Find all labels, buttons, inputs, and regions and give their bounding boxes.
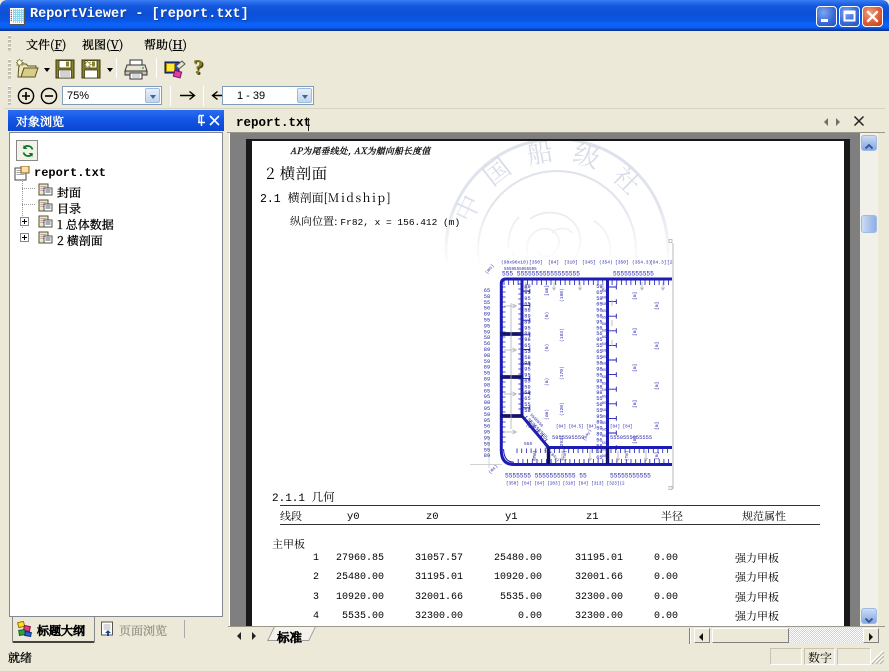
svg-text:[84.3]: [84.3]: [650, 260, 667, 266]
svg-text:(183): (183): [559, 328, 565, 342]
svg-text:65: 65: [602, 422, 607, 426]
svg-text:[m]: [m]: [632, 400, 638, 408]
svg-text:[350]: [350]: [615, 260, 629, 266]
svg-text:(m): (m): [544, 312, 550, 320]
svg-text:98: 98: [602, 455, 607, 459]
svg-text:59: 59: [602, 448, 607, 452]
svg-text:[2: [2: [667, 260, 673, 266]
svg-text:[310]: [310]: [564, 260, 578, 266]
svg-text:[345]: [345]: [582, 260, 596, 266]
svg-text:58: 58: [602, 363, 607, 367]
svg-text:[m]: [m]: [654, 422, 660, 430]
svg-text:5559555955555: 5559555955555: [610, 435, 652, 441]
svg-text:[m]: [m]: [654, 342, 660, 350]
svg-text:[m]: [m]: [632, 328, 638, 336]
svg-text:65: 65: [602, 369, 607, 373]
svg-text:58: 58: [602, 349, 607, 353]
svg-text:(m): (m): [544, 444, 550, 452]
svg-text:89: 89: [602, 336, 607, 340]
svg-text:89: 89: [484, 453, 490, 459]
svg-text:[m]: [m]: [654, 302, 660, 310]
svg-text:5555555 55555555555 55: 5555555 55555555555 55: [505, 473, 587, 480]
svg-text:(98x96x10): (98x96x10): [501, 260, 529, 266]
svg-text:58: 58: [602, 343, 607, 347]
svg-text:[84] [84.5] [84]: [84] [84.5] [84]: [556, 425, 596, 430]
svg-text:(ms): (ms): [484, 263, 496, 275]
svg-text:[84] [84]: [84] [84]: [610, 425, 633, 430]
svg-text:59: 59: [602, 409, 607, 413]
svg-text:[350] [84] [84] [203] [310] [8: [350] [84] [84] [203] [310] [84] [313] […: [506, 482, 625, 487]
svg-text:(180): (180): [559, 288, 565, 302]
svg-text:555: 555: [524, 441, 533, 447]
svg-text:65: 65: [602, 310, 607, 314]
svg-text:[84]: [84]: [548, 260, 559, 266]
svg-text:58: 58: [524, 408, 530, 414]
svg-text:55: 55: [602, 316, 607, 320]
svg-text:98: 98: [602, 323, 607, 327]
svg-text:(120): (120): [559, 402, 565, 416]
svg-text:[m]: [m]: [632, 364, 638, 372]
svg-text:(Tm): (Tm): [625, 450, 630, 461]
svg-text:(354.3): (354.3): [632, 260, 651, 266]
svg-text:5955595559: 5955595559: [552, 435, 584, 441]
svg-text:95: 95: [602, 356, 607, 360]
svg-text:59: 59: [602, 297, 607, 301]
svg-text:[m]: [m]: [654, 382, 660, 390]
svg-text:5559555955595: 5559555955595: [504, 268, 537, 272]
svg-text:级: 级: [569, 141, 605, 176]
svg-text:(Tm): (Tm): [533, 450, 538, 461]
svg-text:55555555555: 55555555555: [610, 473, 651, 480]
svg-text:58: 58: [602, 389, 607, 393]
svg-text:[m]: [m]: [632, 292, 638, 300]
svg-text:59: 59: [602, 330, 607, 334]
svg-text:95: 95: [602, 402, 607, 406]
svg-text:56: 56: [602, 290, 607, 294]
svg-text:(Tm): (Tm): [563, 450, 568, 461]
svg-text:(m): (m): [544, 378, 550, 386]
svg-text:[m]: [m]: [654, 452, 660, 460]
svg-text:(354): (354): [599, 260, 613, 266]
svg-text:58: 58: [602, 303, 607, 307]
svg-text:[om]: [om]: [544, 285, 550, 296]
svg-text:社: 社: [605, 157, 650, 202]
svg-text:(om): (om): [544, 409, 550, 420]
svg-text:55: 55: [602, 442, 607, 446]
svg-text:(m): (m): [544, 344, 550, 352]
svg-text:[350]: [350]: [529, 260, 543, 266]
svg-text:(170): (170): [559, 366, 565, 380]
svg-text:95: 95: [602, 415, 607, 419]
svg-text:65: 65: [602, 382, 607, 386]
svg-text:56: 56: [602, 429, 607, 433]
svg-text:95: 95: [602, 435, 607, 439]
svg-text:65: 65: [602, 396, 607, 400]
svg-text:55555555555: 55555555555: [613, 271, 654, 278]
svg-text:59: 59: [602, 376, 607, 380]
svg-text:船: 船: [524, 141, 556, 172]
